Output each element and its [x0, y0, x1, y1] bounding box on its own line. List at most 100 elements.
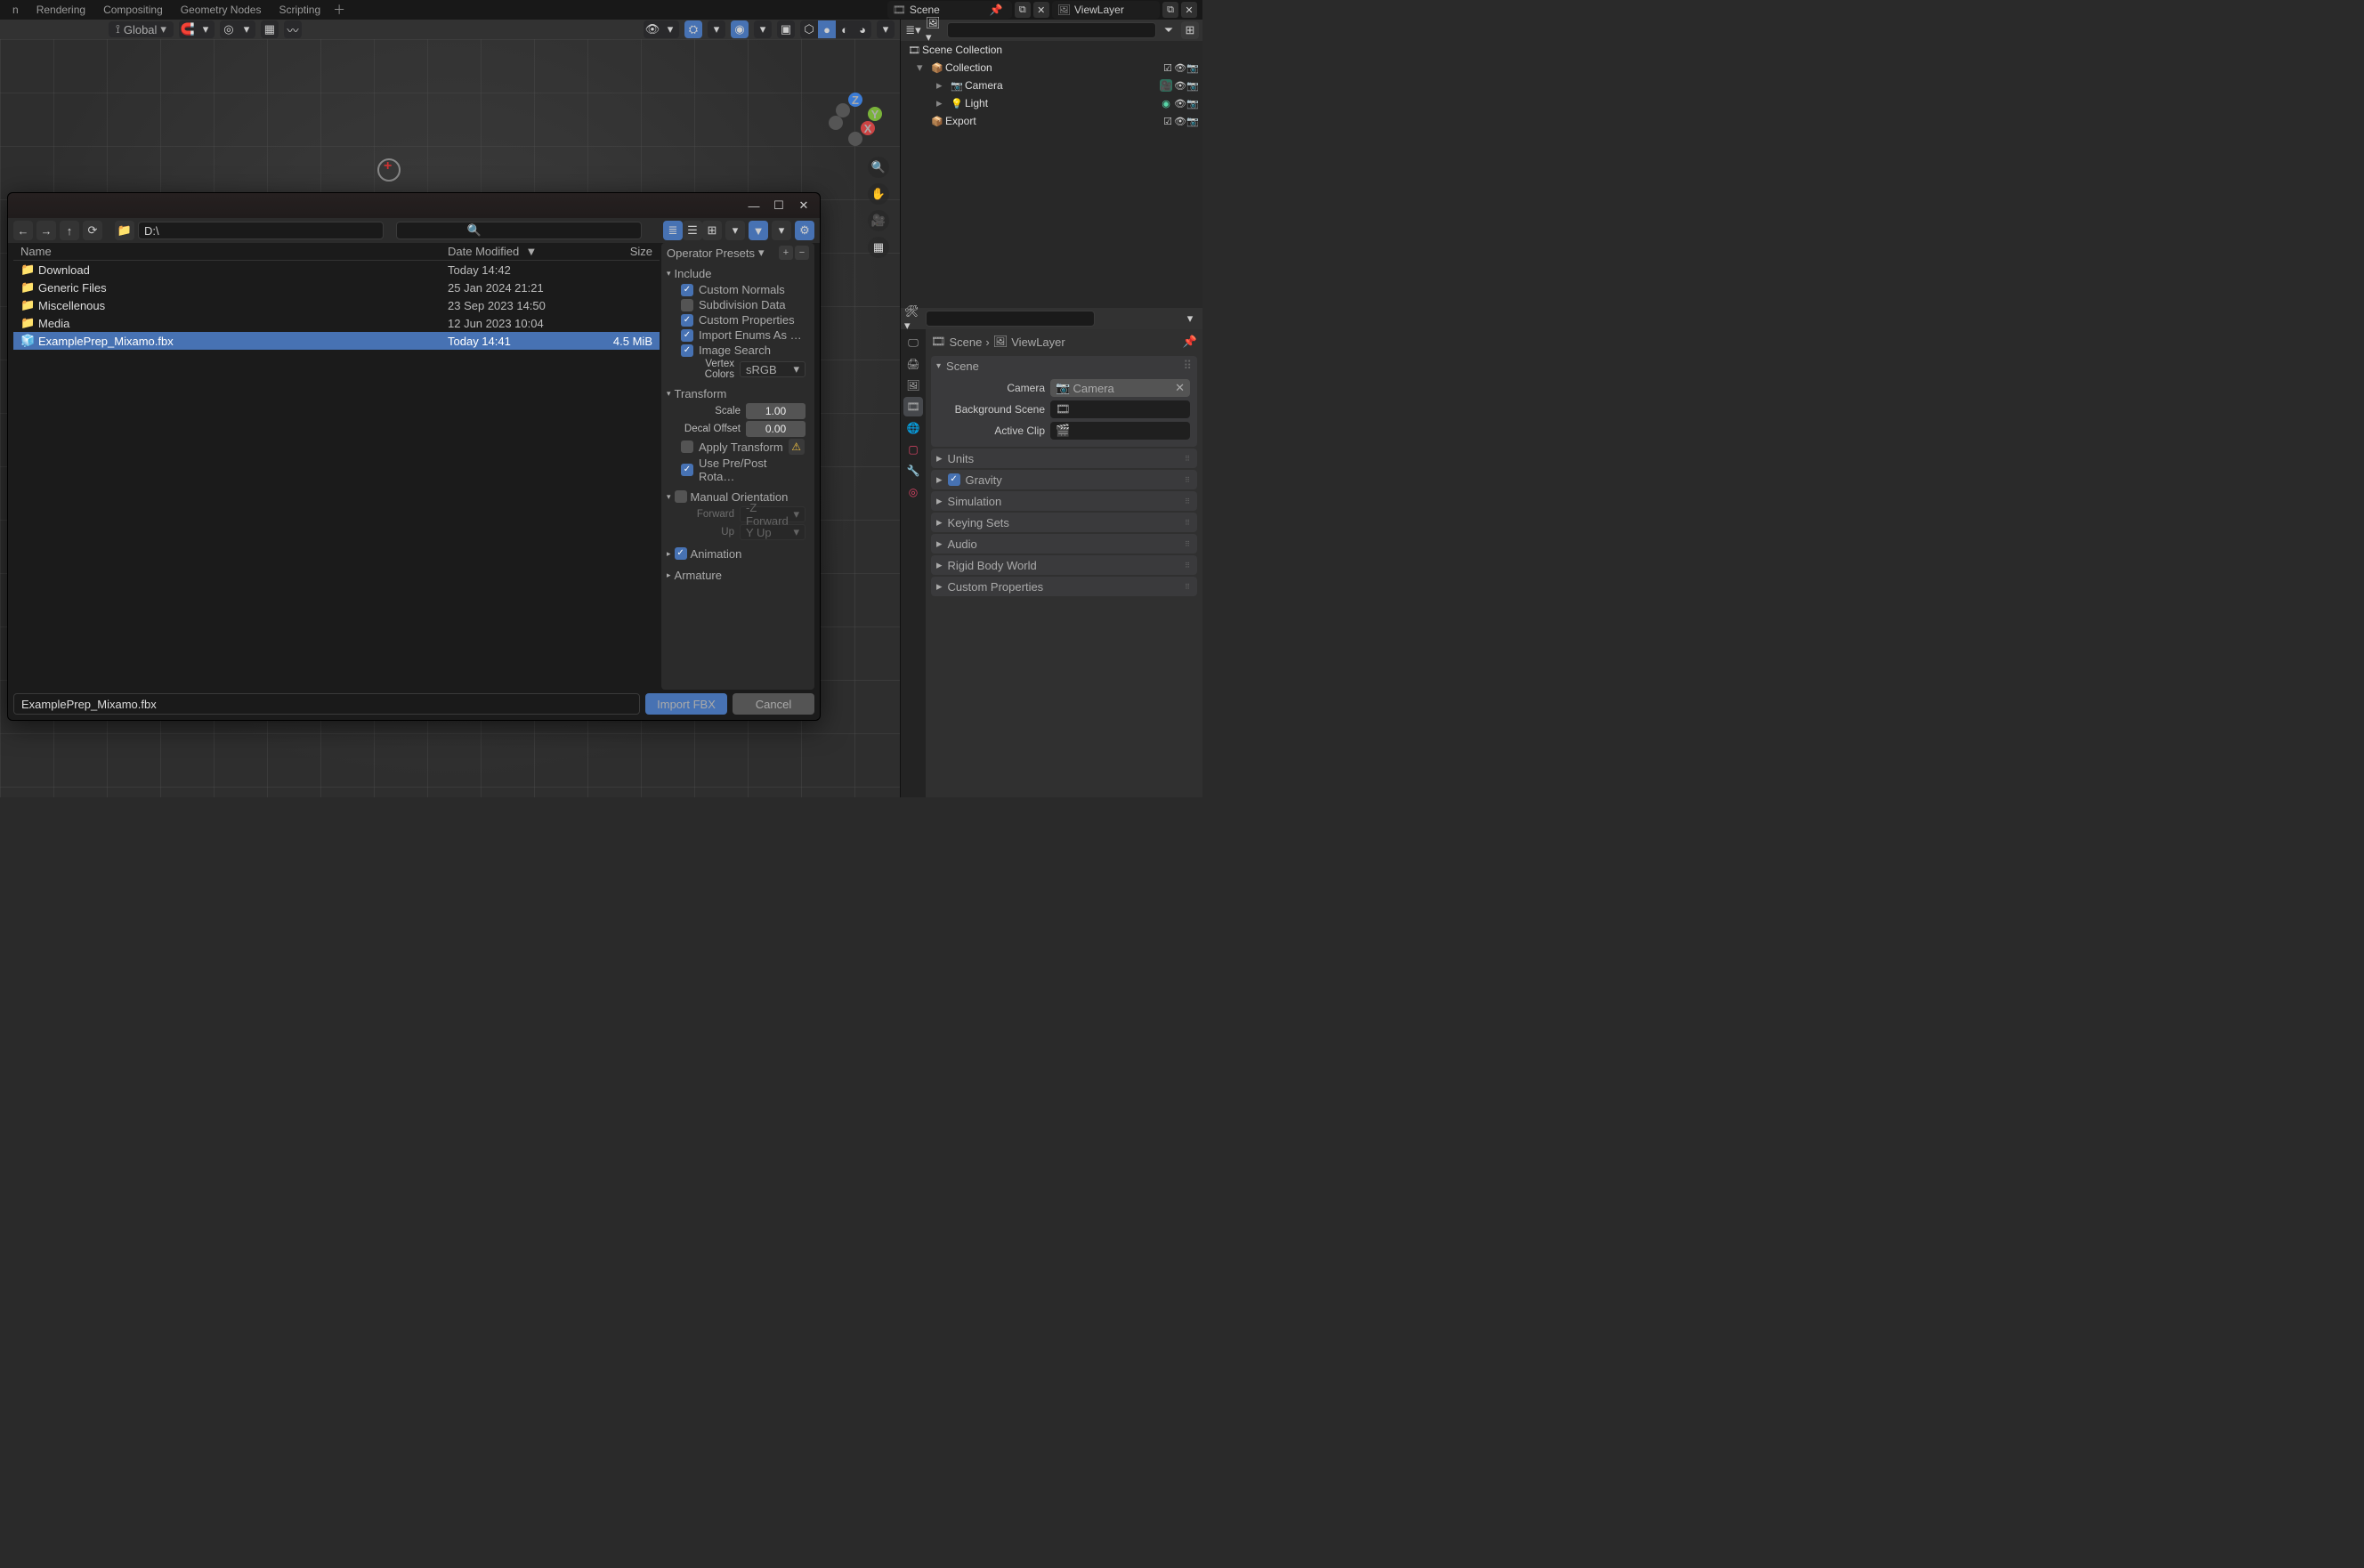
- xray-toggle[interactable]: ▣: [777, 20, 795, 38]
- tab-physics[interactable]: ◎: [903, 482, 923, 502]
- visibility-dropdown[interactable]: ▾: [661, 20, 679, 38]
- tab-0[interactable]: n: [4, 0, 28, 20]
- panel-gravity[interactable]: ▸Gravity⠿: [931, 470, 1197, 489]
- cb-custom-properties[interactable]: [681, 314, 693, 327]
- path-input[interactable]: [138, 222, 384, 239]
- viewlayer-name-input[interactable]: [1074, 4, 1154, 16]
- panel-audio[interactable]: ▸Audio⠿: [931, 534, 1197, 554]
- render-icon[interactable]: 📷: [1186, 98, 1199, 109]
- cancel-button[interactable]: Cancel: [733, 693, 814, 715]
- scale-input[interactable]: 1.00: [746, 403, 806, 419]
- camera-view-icon[interactable]: 🎥: [868, 210, 889, 231]
- tree-item-export[interactable]: 📦 Export ☑ 👁 📷: [901, 112, 1202, 130]
- section-animation-header[interactable]: ▸Animation: [667, 545, 809, 562]
- tab-scene[interactable]: 🎞: [903, 397, 923, 416]
- shading-dropdown[interactable]: ▾: [877, 20, 895, 38]
- add-workspace-button[interactable]: ＋: [333, 1, 345, 19]
- operator-presets-row[interactable]: Operator Presets ▾ + −: [661, 243, 814, 263]
- vertex-colors-dropdown[interactable]: sRGB▾: [740, 361, 806, 377]
- import-button[interactable]: Import FBX: [645, 693, 727, 715]
- tab-viewlayer[interactable]: 🖼: [903, 376, 923, 395]
- eye-icon[interactable]: 👁: [1174, 116, 1186, 127]
- gizmo-toggle[interactable]: ⛭: [684, 20, 702, 38]
- cb-prepost-rotation[interactable]: [681, 464, 693, 476]
- filter-icon[interactable]: ⏷: [1160, 21, 1178, 39]
- view-detail-icon[interactable]: ☰: [683, 221, 702, 240]
- visibility-icon[interactable]: 👁: [644, 20, 661, 38]
- cb-image-search[interactable]: [681, 344, 693, 357]
- tree-item-light[interactable]: ▸ 💡 Light ◉ 👁 📷: [901, 94, 1202, 112]
- axis-neg3[interactable]: [848, 132, 862, 146]
- up-dropdown[interactable]: Y Up▾: [740, 524, 806, 540]
- properties-options-dropdown[interactable]: ▾: [1181, 310, 1199, 327]
- snap-dropdown[interactable]: ▾: [197, 20, 215, 38]
- tab-compositing[interactable]: Compositing: [94, 0, 172, 20]
- file-row[interactable]: 📁Miscellenous23 Sep 2023 14:50: [13, 296, 660, 314]
- section-include-header[interactable]: ▾Include: [667, 264, 809, 282]
- clear-icon[interactable]: ✕: [1175, 381, 1185, 395]
- filter-toggle[interactable]: ▼: [749, 221, 768, 240]
- cb-apply-transform[interactable]: [681, 440, 693, 453]
- activeclip-field[interactable]: 🎬: [1050, 422, 1190, 440]
- gizmo-dropdown[interactable]: ▾: [708, 20, 725, 38]
- file-list[interactable]: 📁DownloadToday 14:42 📁Generic Files25 Ja…: [13, 261, 660, 690]
- curve-icon[interactable]: 〰: [284, 20, 302, 38]
- light-data-icon[interactable]: ◉: [1160, 97, 1172, 109]
- render-icon[interactable]: 📷: [1186, 80, 1199, 92]
- eye-icon[interactable]: 👁: [1174, 62, 1186, 74]
- view-list-icon[interactable]: ≣: [663, 221, 683, 240]
- render-icon[interactable]: 📷: [1186, 116, 1199, 127]
- outliner-display-dropdown[interactable]: 🖼▾: [926, 21, 943, 39]
- gravity-checkbox[interactable]: [948, 473, 960, 486]
- section-armature-header[interactable]: ▸Armature: [667, 566, 809, 584]
- cb-animation[interactable]: [675, 547, 687, 560]
- tree-item-camera[interactable]: ▸ 📷 Camera 🎥 👁 📷: [901, 77, 1202, 94]
- rendered-shading[interactable]: ◕: [854, 20, 871, 38]
- file-search-input[interactable]: [396, 222, 642, 239]
- properties-type-dropdown[interactable]: 🛠▾: [904, 310, 922, 327]
- checkbox-icon[interactable]: ☑: [1162, 116, 1174, 127]
- viewlayer-delete-button[interactable]: ✕: [1181, 2, 1197, 18]
- eye-icon[interactable]: 👁: [1174, 80, 1186, 92]
- panel-custom-properties[interactable]: ▸Custom Properties⠿: [931, 577, 1197, 596]
- viewlayer-selector[interactable]: 🖼: [1052, 1, 1160, 19]
- back-button[interactable]: ←: [13, 221, 33, 240]
- panel-units[interactable]: ▸Units⠿: [931, 449, 1197, 468]
- refresh-button[interactable]: ⟳: [83, 221, 102, 240]
- col-size[interactable]: Size: [590, 245, 652, 258]
- disclosure-icon[interactable]: ▸: [936, 78, 949, 93]
- zoom-icon[interactable]: 🔍: [868, 157, 889, 178]
- overlays-toggle[interactable]: ◉: [731, 20, 749, 38]
- cb-manual-orientation[interactable]: [675, 490, 687, 503]
- new-folder-button[interactable]: 📁: [115, 221, 134, 240]
- outliner-search-input[interactable]: [947, 22, 1156, 38]
- eye-icon[interactable]: 👁: [1174, 98, 1186, 109]
- transform-orientation-dropdown[interactable]: ⟟ Global ▾: [109, 21, 174, 37]
- tab-output[interactable]: 🖨: [903, 354, 923, 374]
- scene-selector[interactable]: 🎞 📌: [887, 1, 1012, 19]
- axis-neg[interactable]: [829, 116, 843, 130]
- tab-modifiers[interactable]: 🔧: [903, 461, 923, 481]
- overlays-dropdown[interactable]: ▾: [754, 20, 772, 38]
- axis-x[interactable]: X: [861, 121, 875, 135]
- pin-icon[interactable]: 📌: [990, 4, 1003, 16]
- panel-rigidbody[interactable]: ▸Rigid Body World⠿: [931, 555, 1197, 575]
- forward-dropdown[interactable]: -Z Forward▾: [740, 506, 806, 522]
- file-row[interactable]: 📁Generic Files25 Jan 2024 21:21: [13, 279, 660, 296]
- col-date[interactable]: Date Modified ▼: [448, 245, 590, 258]
- viewlayer-new-button[interactable]: ⧉: [1162, 2, 1178, 18]
- file-row[interactable]: 📁Media12 Jun 2023 10:04: [13, 314, 660, 332]
- panel-scene-header[interactable]: ▾ Scene ⠿: [931, 356, 1197, 376]
- cb-subdivision[interactable]: [681, 299, 693, 311]
- filename-input[interactable]: [13, 693, 640, 715]
- display-dropdown[interactable]: ▾: [725, 221, 745, 240]
- axis-gizmo[interactable]: Z Y X: [829, 93, 882, 146]
- bgscene-field[interactable]: 🎞: [1050, 400, 1190, 418]
- col-name[interactable]: Name: [20, 245, 448, 258]
- tab-scripting[interactable]: Scripting: [270, 0, 329, 20]
- tab-world[interactable]: 🌐: [903, 418, 923, 438]
- preset-add-button[interactable]: +: [779, 246, 793, 260]
- maximize-icon[interactable]: ☐: [766, 195, 791, 216]
- minimize-icon[interactable]: —: [741, 195, 766, 216]
- properties-search-input[interactable]: [926, 311, 1095, 327]
